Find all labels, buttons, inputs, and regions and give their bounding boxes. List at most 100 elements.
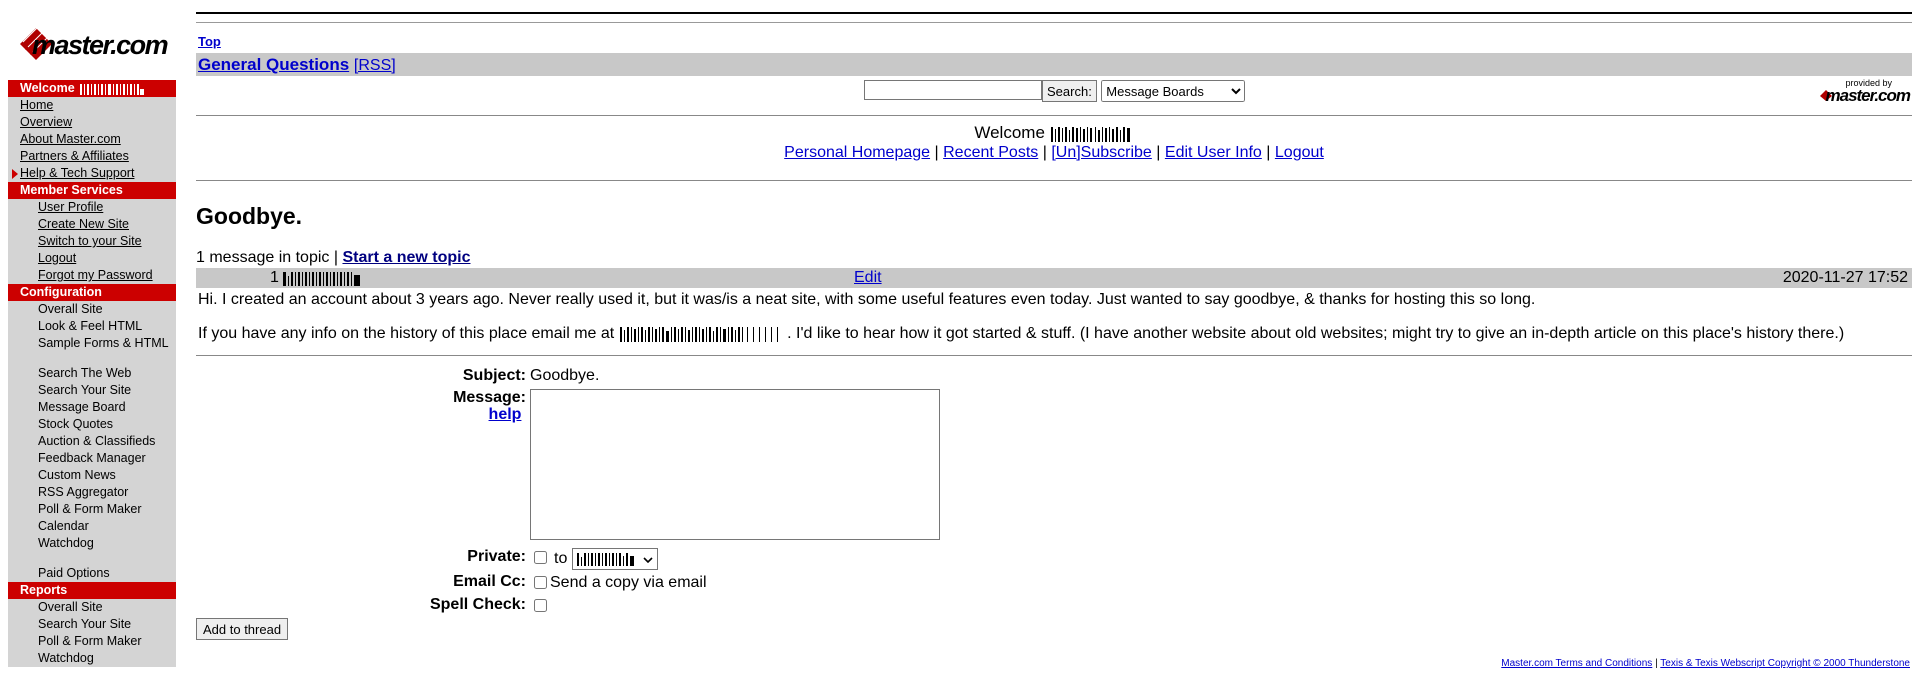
redacted-recipient	[577, 553, 634, 566]
redacted-email	[619, 326, 778, 342]
sidebar-item-look-feel: Look & Feel HTML	[38, 319, 143, 333]
welcome-line: Welcome	[196, 123, 1912, 143]
footer: Master.com Terms and Conditions | Texis …	[1501, 658, 1910, 669]
edit-message-link[interactable]: Edit	[854, 268, 882, 288]
top-link[interactable]: Top	[198, 34, 221, 49]
link-separator: |	[1042, 144, 1047, 161]
sidebar-item-overview[interactable]: Overview	[8, 114, 176, 131]
sidebar-item-stock-quotes: Stock Quotes	[38, 417, 114, 431]
search-input[interactable]	[864, 80, 1042, 100]
sidebar-item-message-board: Message Board	[38, 400, 126, 414]
sidebar-item-partners[interactable]: Partners & Affiliates	[8, 148, 176, 165]
spell-check-label: Spell Check:	[429, 596, 526, 613]
sidebar-item-user-profile[interactable]: User Profile	[8, 199, 176, 216]
sidebar-item-custom-news: Custom News	[38, 468, 116, 482]
sidebar-section-configuration: Configuration	[8, 284, 176, 301]
divider	[196, 115, 1912, 116]
search-bar: Search: Message Boards	[864, 80, 1246, 104]
private-recipient-select[interactable]	[572, 548, 658, 570]
sidebar-link[interactable]: Overview	[20, 115, 72, 129]
sidebar-link[interactable]: Forgot my Password	[38, 268, 153, 282]
sidebar-section-reports: Reports	[8, 582, 176, 599]
sidebar-link[interactable]: Help & Tech Support	[20, 166, 134, 180]
sidebar-item-logout[interactable]: Logout	[8, 250, 176, 267]
terms-link[interactable]: Master.com Terms and Conditions	[1501, 658, 1652, 669]
sidebar-item-home[interactable]: Home	[8, 97, 176, 114]
sidebar-link[interactable]: Create New Site	[38, 217, 129, 231]
message-body-line-2: If you have any info on the history of t…	[198, 325, 1844, 343]
provided-logo-text: master.com	[1825, 86, 1911, 105]
message-body-text: . I'd like to hear how it got started & …	[787, 325, 1845, 342]
footer-separator: |	[1655, 658, 1658, 669]
edit-user-info-link[interactable]: Edit User Info	[1165, 144, 1262, 161]
board-title-link[interactable]: General Questions	[196, 55, 349, 74]
message-body-line-1: Hi. I created an account about 3 years a…	[198, 291, 1536, 308]
sidebar-item-switch-site[interactable]: Switch to your Site	[8, 233, 176, 250]
sidebar-section-member-services: Member Services	[8, 182, 176, 199]
sidebar-item-config-overall-site: Overall Site	[38, 302, 103, 316]
topic-info: 1 message in topic | Start a new topic	[196, 249, 471, 267]
private-label: Private:	[467, 548, 526, 565]
message-count: 1 message in topic |	[196, 249, 339, 266]
sidebar-link[interactable]: About Master.com	[20, 132, 121, 146]
redacted-username	[80, 83, 145, 95]
divider	[196, 180, 1912, 181]
add-to-thread-button[interactable]: Add to thread	[196, 618, 289, 640]
sidebar-item-auction: Auction & Classifieds	[38, 434, 156, 448]
sidebar-link[interactable]: Partners & Affiliates	[20, 149, 129, 163]
private-checkbox[interactable]	[534, 551, 547, 564]
redacted-author[interactable]	[282, 271, 364, 286]
personal-homepage-link[interactable]: Personal Homepage	[784, 144, 930, 161]
message-help-link[interactable]: help	[480, 406, 530, 424]
search-button[interactable]: Search:	[1042, 80, 1097, 102]
subject-value: Goodbye.	[530, 367, 600, 384]
spell-check-checkbox[interactable]	[534, 599, 547, 612]
email-cc-checkbox[interactable]	[534, 576, 547, 589]
sidebar-link[interactable]: Home	[20, 98, 53, 112]
link-separator: |	[1266, 144, 1271, 161]
sidebar-item-help[interactable]: Help & Tech Support	[8, 165, 176, 182]
message-number: 1	[270, 269, 279, 286]
logout-link[interactable]: Logout	[1275, 144, 1324, 161]
master-logo[interactable]: master.com	[8, 16, 176, 68]
logo-text: master.com	[32, 30, 169, 60]
redacted-username	[1050, 126, 1130, 142]
subscribe-link[interactable]: [Un]Subscribe	[1051, 144, 1152, 161]
sidebar-item-create-site[interactable]: Create New Site	[8, 216, 176, 233]
copyright-link[interactable]: Texis & Texis Webscript Copyright © 2000…	[1660, 658, 1910, 669]
sidebar-item-report-overall: Overall Site	[38, 600, 103, 614]
provided-by-badge[interactable]: provided by master.com	[1814, 78, 1911, 106]
sidebar-link[interactable]: User Profile	[38, 200, 103, 214]
recent-posts-link[interactable]: Recent Posts	[943, 144, 1038, 161]
message-label: Message:	[453, 389, 526, 406]
sidebar-link[interactable]: Switch to your Site	[38, 234, 142, 248]
sidebar-item-feedback: Feedback Manager	[38, 451, 146, 465]
sidebar-item-report-search: Search Your Site	[38, 617, 132, 631]
sidebar-item-poll: Poll & Form Maker	[38, 502, 142, 516]
sidebar-section-welcome: Welcome	[8, 80, 176, 97]
message-date: 2020-11-27 17:52	[1782, 269, 1908, 286]
sidebar-item-search-web: Search The Web	[38, 366, 132, 380]
sidebar-item-forgot-password[interactable]: Forgot my Password	[8, 267, 176, 284]
message-body-text: If you have any info on the history of t…	[198, 325, 615, 342]
email-cc-label: Email Cc:	[453, 573, 526, 590]
sidebar-menu: Welcome Home Overview About Master.com P…	[8, 80, 176, 667]
sidebar-item-rss: RSS Aggregator	[38, 485, 129, 499]
subject-label: Subject:	[462, 367, 526, 384]
divider	[196, 355, 1912, 356]
sidebar-item-calendar: Calendar	[38, 519, 89, 533]
sidebar-item-watchdog: Watchdog	[38, 536, 94, 550]
link-separator: |	[934, 144, 939, 161]
rss-link[interactable]: [RSS]	[354, 57, 396, 74]
sidebar-item-about[interactable]: About Master.com	[8, 131, 176, 148]
sidebar-item-paid-options: Paid Options	[38, 566, 110, 580]
sidebar-link[interactable]: Logout	[38, 251, 76, 265]
search-scope-select[interactable]: Message Boards	[1101, 80, 1246, 102]
private-to-label: to	[554, 550, 568, 567]
message-textarea[interactable]	[530, 389, 940, 540]
link-separator: |	[1156, 144, 1161, 161]
sidebar-item-sample-forms: Sample Forms & HTML	[38, 336, 169, 350]
start-new-topic-link[interactable]: Start a new topic	[342, 249, 470, 266]
